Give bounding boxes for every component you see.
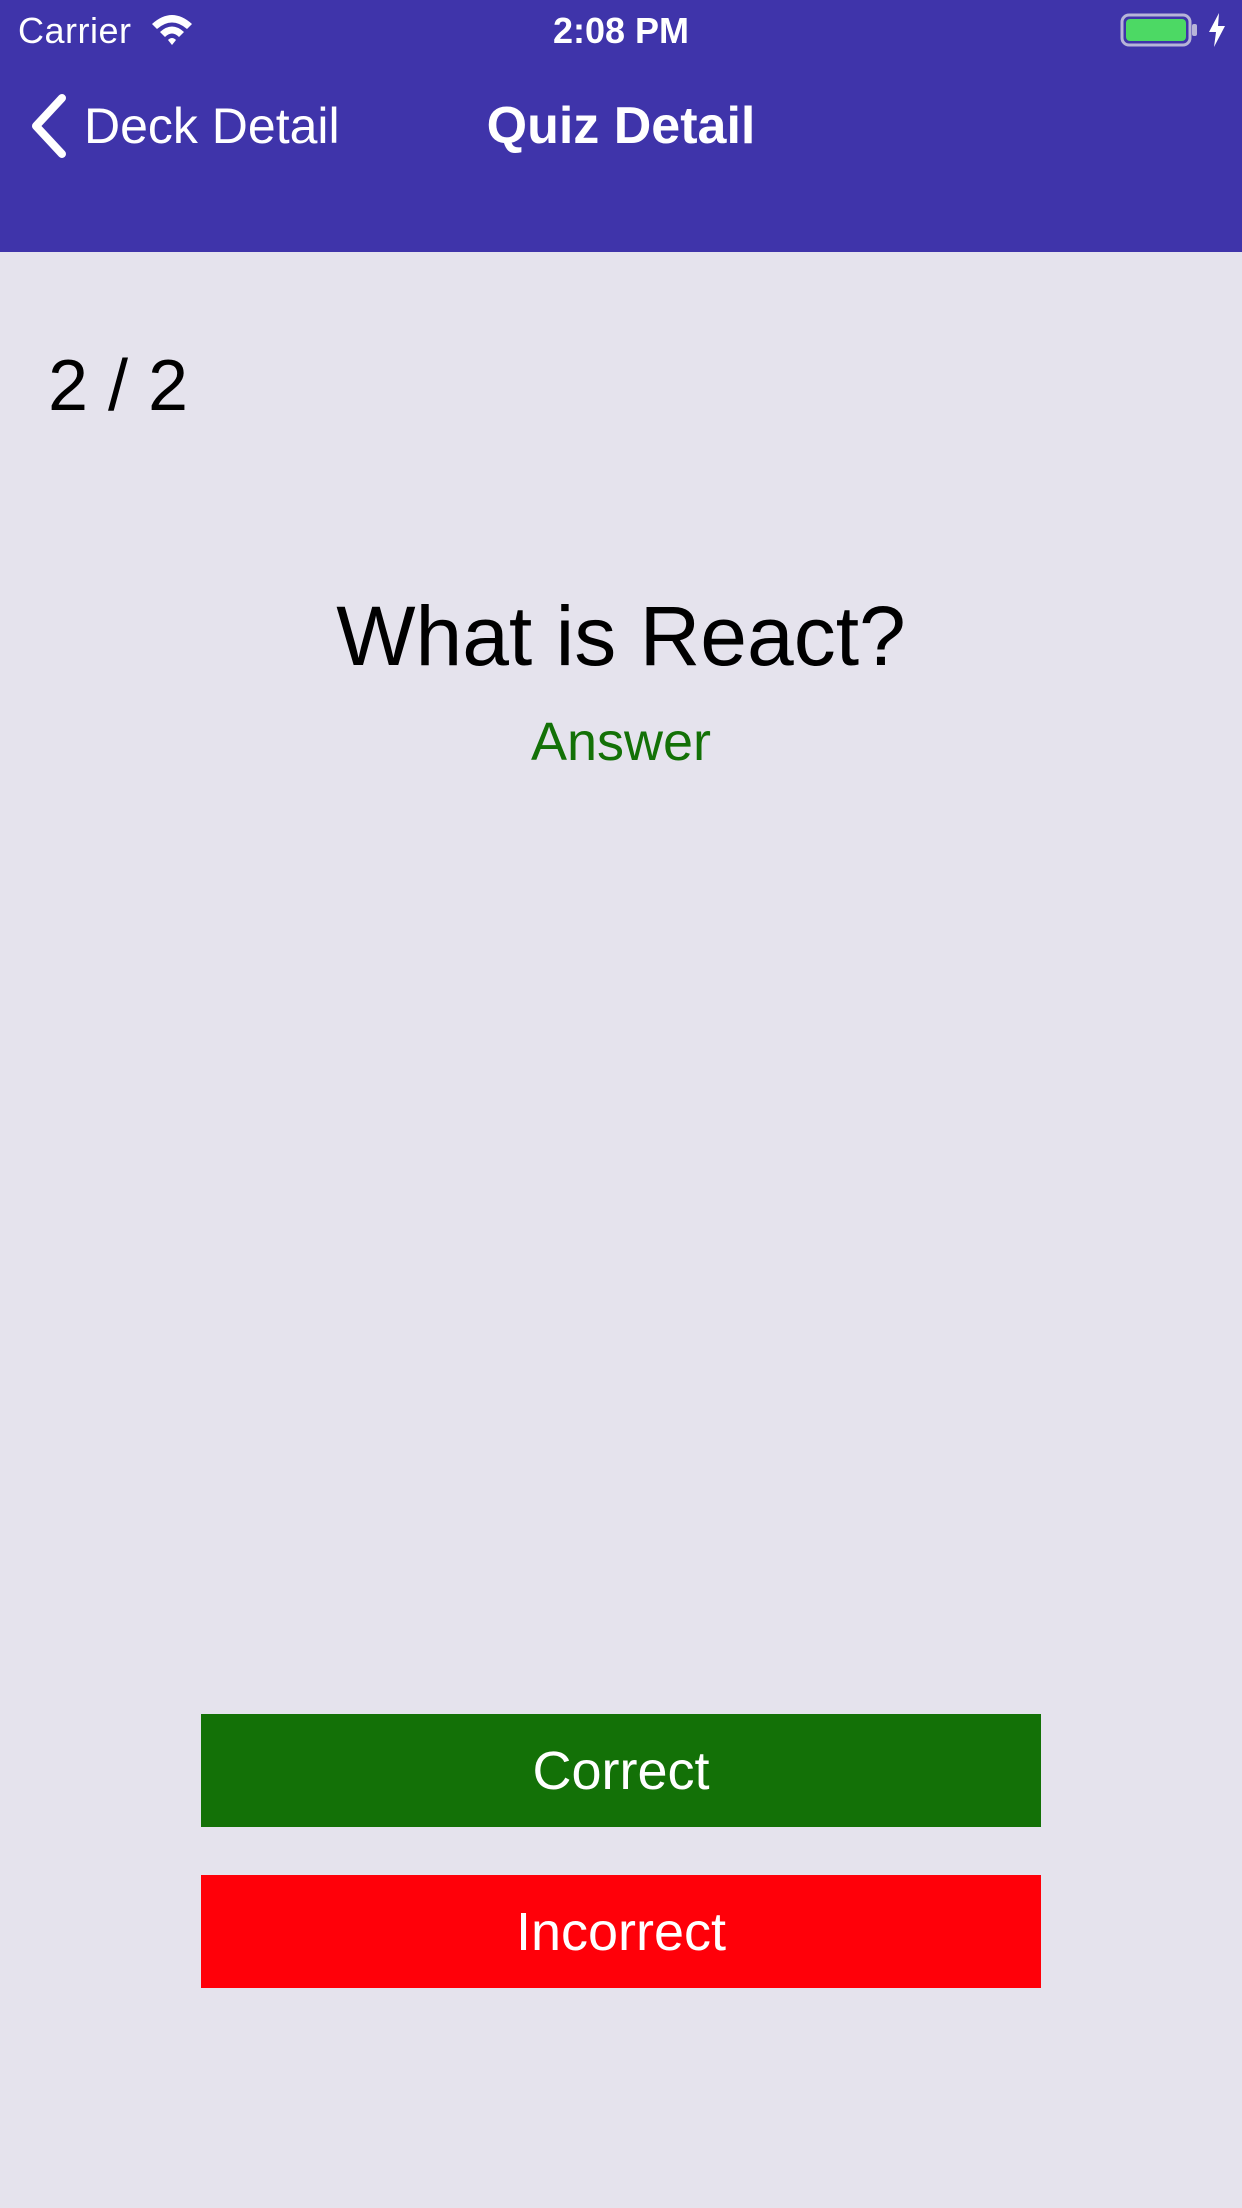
status-bar: Carrier 2:08 PM xyxy=(0,0,1242,60)
charging-bolt-icon xyxy=(1209,13,1225,47)
show-answer-toggle-wrapper: Answer xyxy=(0,710,1242,774)
page-title: Quiz Detail xyxy=(0,95,1242,157)
incorrect-button[interactable]: Incorrect xyxy=(201,1875,1041,1988)
quiz-question: What is React? xyxy=(336,589,906,683)
app-header: Carrier 2:08 PM Deck Detail Quiz Detail xyxy=(0,0,1242,252)
battery-icon xyxy=(1120,13,1197,47)
status-time: 2:08 PM xyxy=(552,10,690,51)
show-answer-toggle[interactable]: Answer xyxy=(531,712,711,772)
quiz-progress: 2 / 2 xyxy=(48,346,189,426)
correct-button[interactable]: Correct xyxy=(201,1714,1041,1827)
page-title-text: Quiz Detail xyxy=(486,97,756,155)
quiz-content: 2 / 2 What is React? Answer Correct Inco… xyxy=(0,252,1242,2208)
